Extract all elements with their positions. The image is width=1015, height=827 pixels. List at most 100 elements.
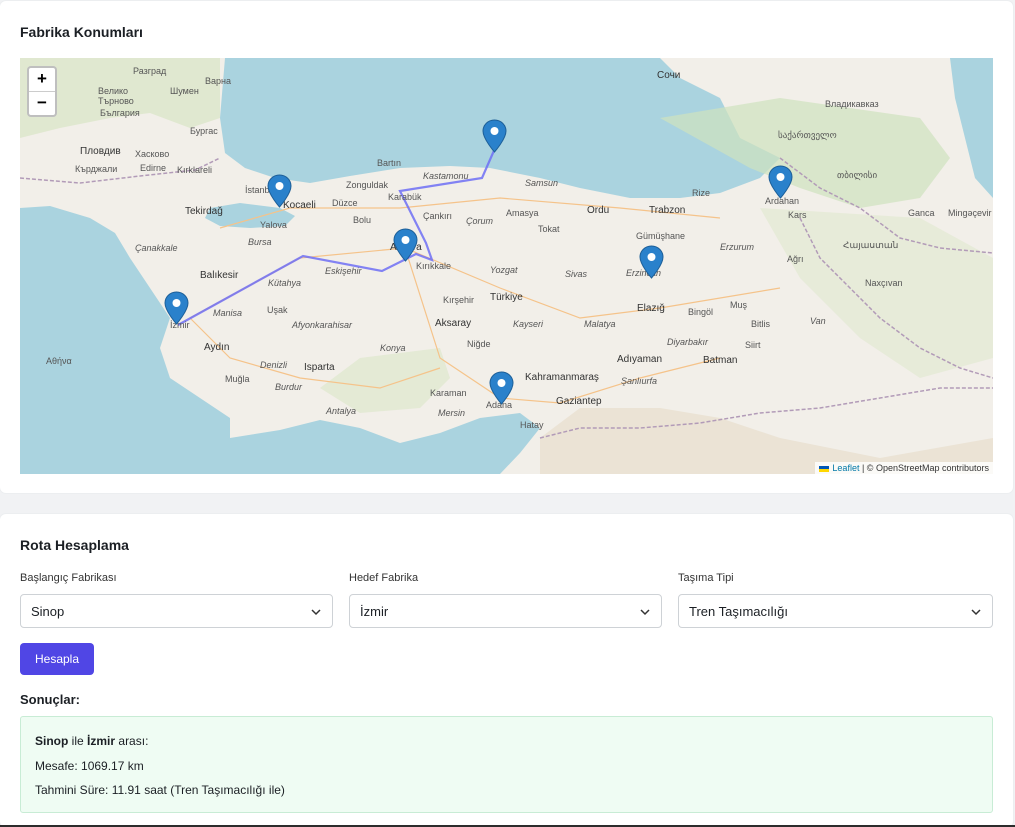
calculate-button[interactable]: Hesapla	[20, 643, 94, 675]
map-label: Бургас	[190, 126, 218, 136]
attribution-text: | © OpenStreetMap contributors	[861, 463, 989, 473]
map-label: Разград	[133, 66, 167, 76]
map-attribution: Leaflet | © OpenStreetMap contributors	[815, 462, 993, 474]
map-label: Mersin	[438, 408, 466, 418]
target-factory-label: Hedef Fabrika	[349, 572, 419, 584]
start-factory-select[interactable]: Sinop	[20, 594, 333, 628]
ukraine-flag-icon	[819, 465, 830, 472]
factory-marker-kocaeli[interactable]	[267, 174, 292, 208]
map-label: საქართველო	[778, 130, 837, 140]
route-card: Rota Hesaplama Başlangıç Fabrikası Sinop…	[0, 514, 1013, 827]
map-label: Кърджали	[75, 164, 118, 174]
map-label: Manisa	[213, 308, 243, 318]
map-label: Bursa	[248, 237, 272, 247]
transport-type-label: Taşıma Tipi	[678, 572, 734, 584]
map-label: Çanakkale	[135, 243, 178, 253]
map-label: Niğde	[467, 339, 491, 349]
map-label: Ganca	[908, 208, 935, 218]
map-label: Kahramanmaraş	[525, 372, 599, 383]
map-label: Bitlis	[751, 319, 771, 329]
map-label: Велико Търново	[98, 86, 134, 106]
map-label: Bartın	[377, 158, 402, 168]
map-label: Çankırı	[423, 211, 453, 221]
target-factory-select[interactable]: İzmir	[349, 594, 662, 628]
map-label: Варна	[205, 76, 231, 86]
duration-value: 11.91 saat (Tren Taşımacılığı ile)	[111, 783, 285, 797]
map-label: Gümüşhane	[636, 231, 686, 241]
map-label: Kırşehir	[443, 295, 475, 305]
zoom-control: + −	[27, 66, 57, 117]
map-label: Bolu	[353, 215, 372, 225]
distance-label: Mesafe:	[35, 759, 78, 773]
map-label: Zonguldak	[346, 180, 389, 190]
start-factory-value: Sinop	[31, 604, 65, 619]
map-label: Muğla	[225, 374, 250, 384]
map-label: Сочи	[657, 70, 681, 81]
map-label: Tekirdağ	[185, 206, 223, 217]
map-label: Samsun	[525, 178, 559, 188]
map-label: Diyarbakır	[667, 337, 709, 347]
chevron-down-icon	[640, 609, 650, 616]
results-from: Sinop	[35, 734, 69, 748]
results-suffix: arası:	[118, 734, 149, 748]
start-factory-label: Başlangıç Fabrikası	[20, 572, 117, 584]
map-label: Пловдив	[80, 146, 121, 157]
map-label: Шумен	[170, 86, 199, 96]
map-label: Antalya	[326, 406, 357, 416]
map-label: Kütahya	[268, 278, 302, 288]
results-to: İzmir	[87, 734, 116, 748]
map-label: Karaman	[430, 388, 467, 398]
map-label: Türkiye	[490, 292, 523, 303]
map-label: Mingəçevir	[948, 208, 992, 218]
zoom-in-button[interactable]: +	[29, 68, 55, 92]
leaflet-link[interactable]: Leaflet	[832, 463, 859, 473]
results-route-line: Sinop ile İzmir arası:	[35, 734, 148, 748]
results-box: Sinop ile İzmir arası: Mesafe: 1069.17 k…	[20, 716, 993, 813]
factory-marker-ankara[interactable]	[393, 228, 418, 262]
duration-label: Tahmini Süre:	[35, 783, 109, 797]
map-label: Konya	[380, 343, 406, 353]
map-label: Uşak	[267, 305, 288, 315]
chevron-down-icon	[971, 609, 981, 616]
map-label: Erzurum	[720, 242, 755, 252]
map-label: Şanlıurfa	[621, 376, 658, 386]
map-section-title: Fabrika Konumları	[20, 24, 143, 40]
map-label: Malatya	[584, 319, 616, 329]
factory-marker-erzincan[interactable]	[639, 245, 664, 279]
map-label: Isparta	[304, 362, 335, 373]
factory-marker-izmir[interactable]	[164, 291, 189, 325]
factory-marker-ardahan[interactable]	[768, 165, 793, 199]
map-label: Kayseri	[513, 319, 544, 329]
chevron-down-icon	[311, 609, 321, 616]
map-label: Adıyaman	[617, 354, 663, 365]
map-label: Bingöl	[688, 307, 714, 317]
map-label: Van	[810, 316, 826, 326]
map-label: Yalova	[260, 220, 287, 230]
map-label: Balıkesir	[200, 270, 239, 281]
map-label: Gaziantep	[556, 396, 602, 407]
map-label: Karabük	[388, 192, 422, 202]
map-label: Edirne	[140, 163, 167, 173]
factory-marker-sinop[interactable]	[482, 119, 507, 153]
factory-map[interactable]: Варна Шумен Велико Търново Разград Бълга…	[20, 58, 993, 474]
map-label: Burdur	[275, 382, 303, 392]
map-card: Fabrika Konumları Варна Шумен Велико Тър…	[0, 1, 1013, 493]
factory-marker-adana[interactable]	[489, 371, 514, 405]
transport-type-select[interactable]: Tren Taşımacılığı	[678, 594, 993, 628]
map-label: Aydın	[204, 342, 230, 353]
map-label: Aksaray	[435, 318, 472, 329]
map-label: Kırıkkale	[416, 261, 452, 271]
map-label: Batman	[703, 355, 738, 366]
map-label: Αθήνα	[46, 356, 72, 366]
transport-type-value: Tren Taşımacılığı	[689, 604, 788, 619]
map-label: Ağrı	[787, 254, 804, 264]
map-label: Siirt	[745, 340, 761, 350]
map-label: Yozgat	[490, 265, 518, 275]
target-factory-value: İzmir	[360, 604, 389, 619]
map-label: Հայաստան	[843, 240, 899, 250]
map-label: Çorum	[466, 216, 494, 226]
map-label: Naxçıvan	[865, 278, 903, 288]
map-label: თბილისი	[837, 170, 878, 180]
zoom-out-button[interactable]: −	[29, 92, 55, 115]
results-title: Sonuçlar:	[20, 692, 80, 707]
